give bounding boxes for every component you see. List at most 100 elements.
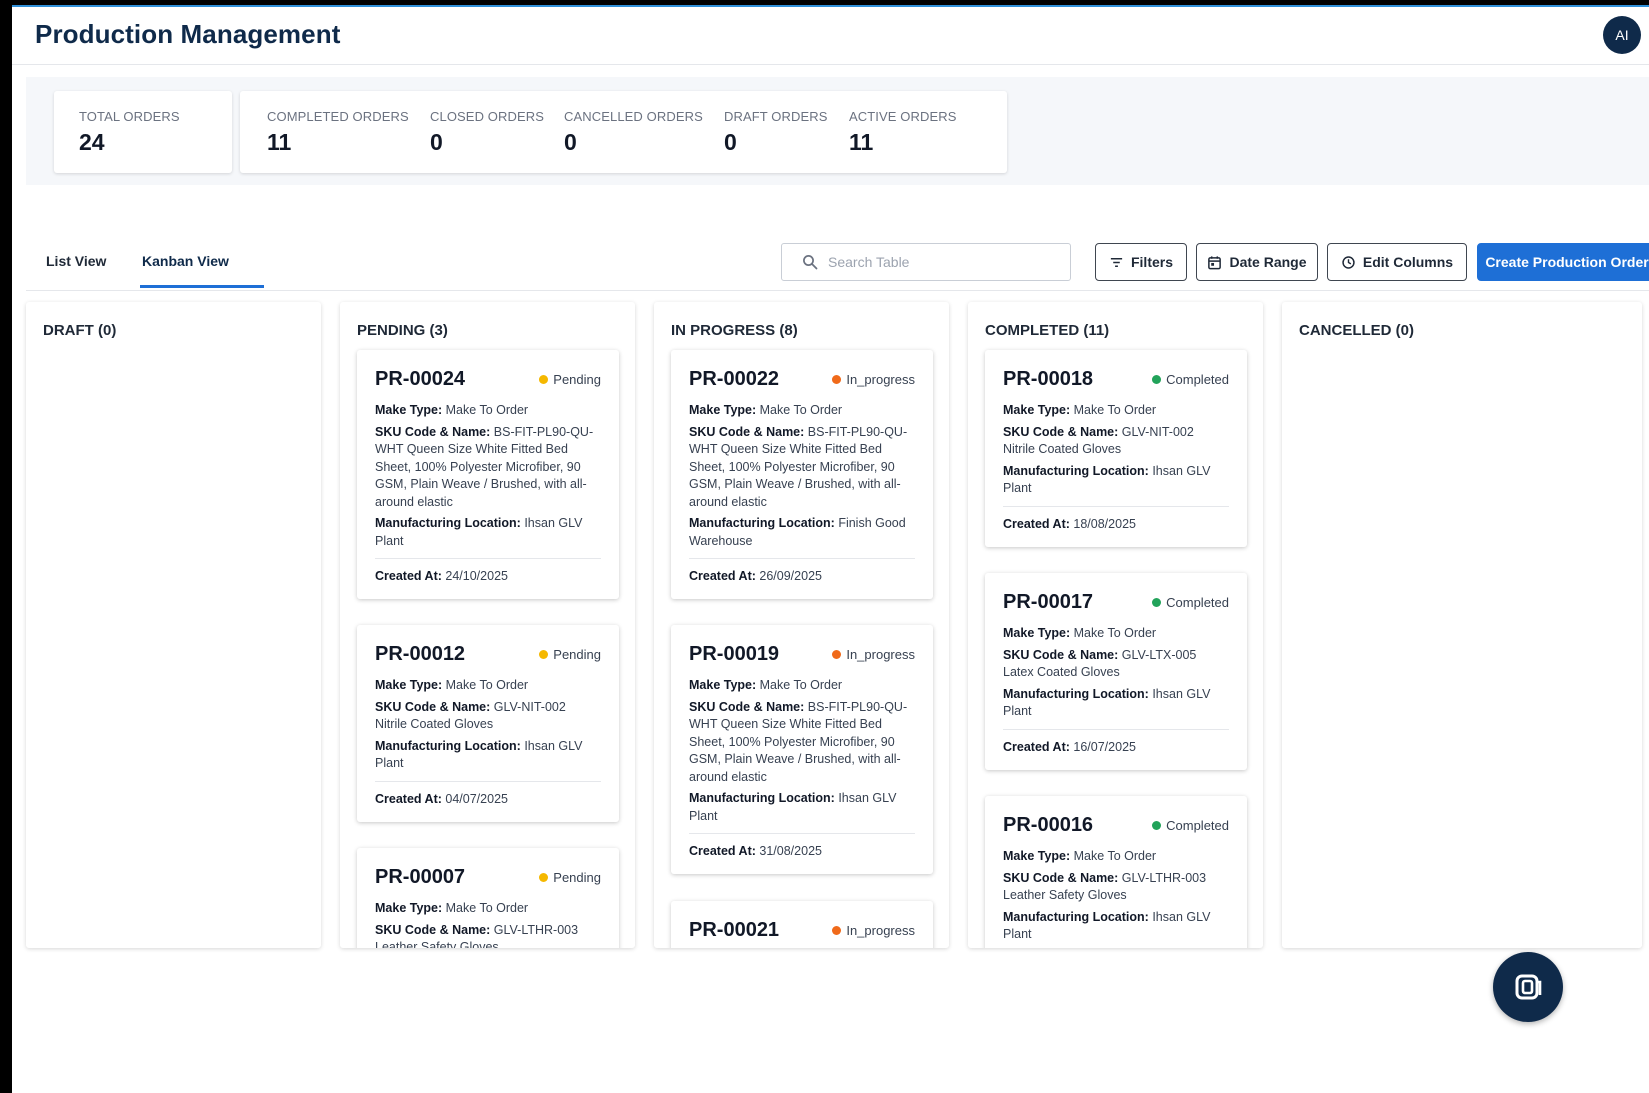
sku-field: SKU Code & Name: GLV-LTHR-003 Leather Sa… <box>1003 870 1229 905</box>
stat-value: 11 <box>849 129 874 155</box>
status-label: Pending <box>553 371 601 387</box>
order-card[interactable]: PR-00022 In_progress Make Type: Make To … <box>671 350 933 599</box>
location-field: Manufacturing Location: Ihsan GLV Plant <box>375 515 601 550</box>
status-dot-icon <box>539 649 549 659</box>
tab-list-view[interactable]: List View <box>46 253 106 269</box>
status-badge: In_progress <box>832 923 915 938</box>
field-label: SKU Code & Name: <box>1003 647 1119 662</box>
edit-columns-button[interactable]: Edit Columns <box>1327 243 1467 281</box>
stat-label: COMPLETED ORDERS <box>267 109 409 124</box>
stat-draft-orders: DRAFT ORDERS 0 <box>724 109 828 156</box>
filters-button[interactable]: Filters <box>1095 243 1187 281</box>
field-value: Make To Order <box>445 678 529 692</box>
status-dot-icon <box>832 925 842 935</box>
field-value: 31/08/2025 <box>759 844 822 858</box>
location-field: Manufacturing Location: Finish Good Ware… <box>689 515 915 550</box>
location-field: Manufacturing Location: Ihsan GLV Plant <box>1003 686 1229 721</box>
make-type-field: Make Type: Make To Order <box>1003 625 1229 643</box>
status-label: Completed <box>1166 817 1229 833</box>
order-card[interactable]: PR-00024 Pending Make Type: Make To Orde… <box>357 350 619 599</box>
status-badge: Pending <box>539 870 601 885</box>
field-label: SKU Code & Name: <box>375 699 491 714</box>
sku-field: SKU Code & Name: GLV-NIT-002 Nitrile Coa… <box>375 699 601 734</box>
stat-label: ACTIVE ORDERS <box>849 109 957 124</box>
field-value: Make To Order <box>759 678 843 692</box>
status-dot-icon <box>832 374 842 384</box>
status-dot-icon <box>832 649 842 659</box>
search-input[interactable] <box>828 254 1048 270</box>
avatar[interactable]: AI <box>1603 16 1641 54</box>
location-field: Manufacturing Location: Ihsan GLV Plant <box>375 738 601 773</box>
status-label: In_progress <box>846 371 915 387</box>
column-title: IN PROGRESS (8) <box>671 322 798 339</box>
stat-label: TOTAL ORDERS <box>79 109 180 124</box>
order-card[interactable]: PR-00012 Pending Make Type: Make To Orde… <box>357 625 619 822</box>
tab-kanban-view[interactable]: Kanban View <box>142 253 229 269</box>
stat-value: 0 <box>724 129 737 155</box>
location-field: Manufacturing Location: Ihsan GLV Plant <box>689 790 915 825</box>
column-pending: PENDING (3) PR-00024 Pending Make Type: … <box>340 302 635 948</box>
app-window: Production Management AI TOTAL ORDERS 24… <box>12 5 1649 1093</box>
sku-field: SKU Code & Name: BS-FIT-PL90-QU-WHT Quee… <box>375 424 601 512</box>
status-badge: In_progress <box>832 647 915 662</box>
stat-value: 24 <box>79 129 105 155</box>
assistant-icon <box>1515 974 1542 1000</box>
field-label: Created At: <box>1003 516 1070 531</box>
stat-card-total: TOTAL ORDERS 24 <box>54 91 232 173</box>
stat-label: CLOSED ORDERS <box>430 109 544 124</box>
date-range-label: Date Range <box>1229 254 1307 270</box>
status-dot-icon <box>539 872 549 882</box>
order-card[interactable]: PR-00021 In_progress <box>671 901 933 948</box>
status-badge: Pending <box>539 647 601 662</box>
field-label: Created At: <box>689 844 756 858</box>
active-tab-indicator <box>140 285 264 288</box>
order-card[interactable]: PR-00007 Pending Make Type: Make To Orde… <box>357 848 619 948</box>
kanban-board: DRAFT (0) PENDING (3) PR-00024 Pending M… <box>26 302 1649 1002</box>
status-dot-icon <box>1152 374 1162 384</box>
field-value: Make To Order <box>759 403 843 417</box>
field-value: 16/07/2025 <box>1073 739 1136 754</box>
order-id: PR-00007 <box>375 865 466 888</box>
top-bar: Production Management AI <box>12 7 1649 65</box>
create-production-order-button[interactable]: Create Production Order <box>1477 243 1649 281</box>
field-label: SKU Code & Name: <box>689 424 805 439</box>
order-card[interactable]: PR-00018 Completed Make Type: Make To Or… <box>985 350 1247 547</box>
field-value: Make To Order <box>1073 849 1157 863</box>
location-field: Manufacturing Location: Ihsan GLV Plant <box>1003 463 1229 498</box>
edit-columns-label: Edit Columns <box>1362 254 1454 270</box>
date-range-button[interactable]: Date Range <box>1196 243 1318 281</box>
field-label: Created At: <box>689 569 756 583</box>
search-box[interactable] <box>781 243 1071 281</box>
stat-value: 11 <box>267 129 292 155</box>
make-type-field: Make Type: Make To Order <box>375 677 601 695</box>
status-badge: In_progress <box>832 372 915 387</box>
stat-value: 0 <box>430 129 443 155</box>
field-label: Created At: <box>375 791 442 806</box>
field-label: Make Type: <box>375 678 443 692</box>
order-card[interactable]: PR-00017 Completed Make Type: Make To Or… <box>985 573 1247 770</box>
assistant-fab-button[interactable] <box>1493 952 1563 1022</box>
make-type-field: Make Type: Make To Order <box>689 677 915 695</box>
order-card[interactable]: PR-00016 Completed Make Type: Make To Or… <box>985 796 1247 948</box>
filters-label: Filters <box>1130 254 1173 270</box>
created-at-field: Created At: 04/07/2025 <box>375 780 601 822</box>
status-label: In_progress <box>846 646 915 662</box>
column-title: COMPLETED (11) <box>985 322 1110 339</box>
order-card[interactable]: PR-00019 In_progress Make Type: Make To … <box>671 625 933 874</box>
make-type-field: Make Type: Make To Order <box>689 402 915 420</box>
field-label: Make Type: <box>1003 626 1071 640</box>
stat-total-orders: TOTAL ORDERS 24 <box>79 109 180 156</box>
order-id: PR-00021 <box>689 918 780 941</box>
field-value: Make To Order <box>1073 626 1157 640</box>
field-label: Manufacturing Location: <box>689 791 835 805</box>
field-value: 18/08/2025 <box>1073 516 1136 531</box>
location-field: Manufacturing Location: Ihsan GLV Plant <box>1003 909 1229 944</box>
field-label: Manufacturing Location: <box>689 516 835 530</box>
field-label: SKU Code & Name: <box>689 699 805 714</box>
order-id: PR-00012 <box>375 642 466 665</box>
order-id: PR-00019 <box>689 642 780 665</box>
created-at-field: Created At: 31/08/2025 <box>689 833 915 874</box>
make-type-field: Make Type: Make To Order <box>1003 848 1229 866</box>
status-label: Pending <box>553 869 601 885</box>
status-badge: Pending <box>539 372 601 387</box>
